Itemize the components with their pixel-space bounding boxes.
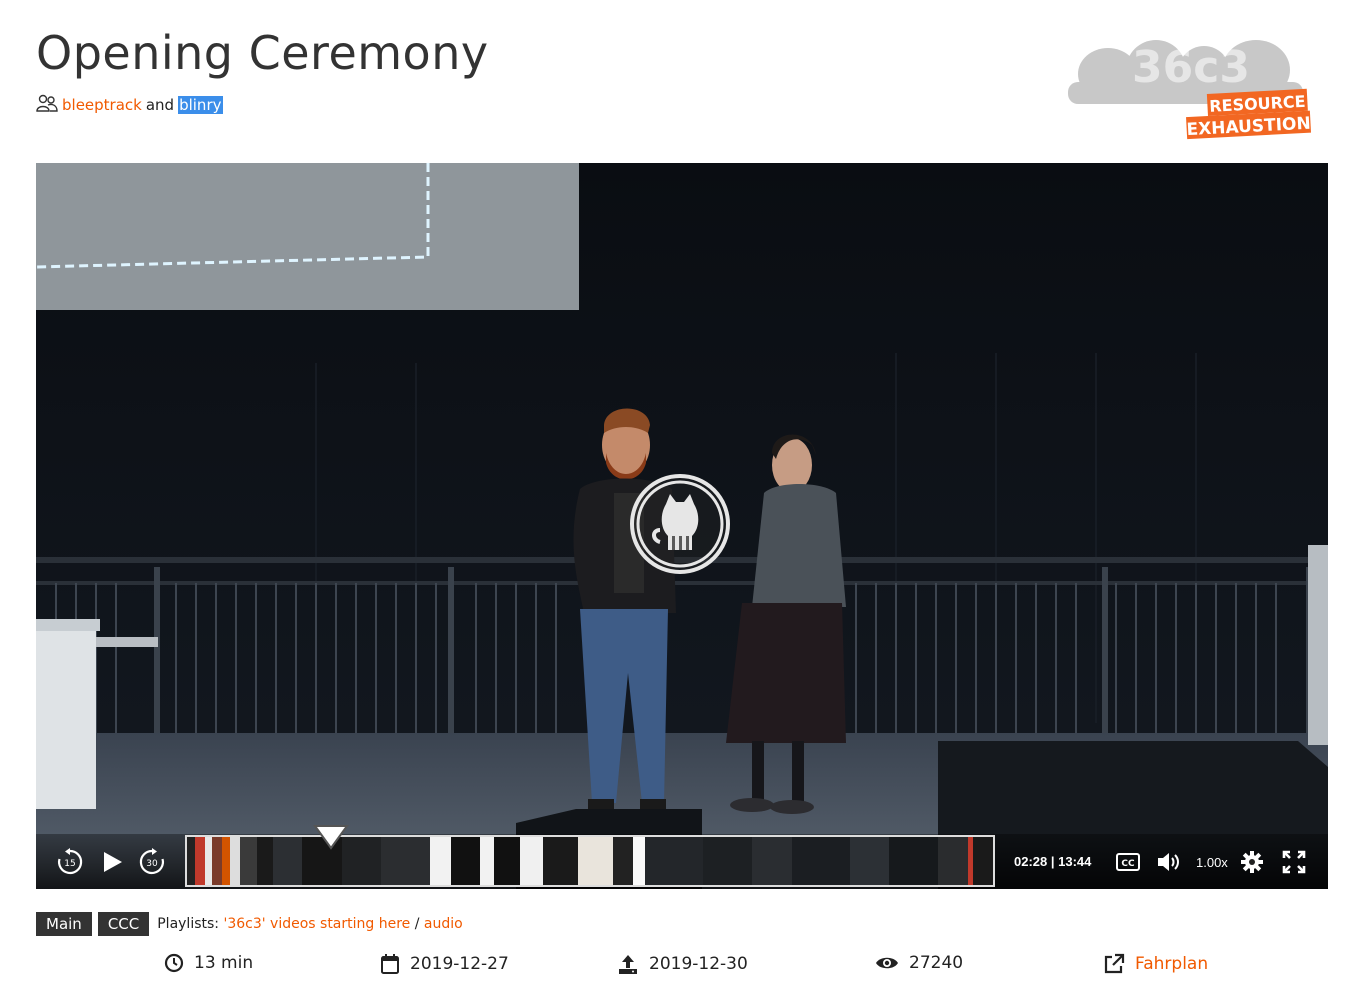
tag-main[interactable]: Main: [36, 912, 92, 936]
volume-button[interactable]: [1156, 850, 1182, 874]
time-separator: |: [1050, 854, 1055, 869]
timeline-thumbnails: [187, 837, 993, 885]
skip-back-button[interactable]: 15: [56, 848, 84, 876]
release-date-stat: 2019-12-30: [617, 953, 748, 975]
scrubber-triangle-icon: [312, 825, 349, 850]
time-current: 02:28: [1014, 854, 1048, 869]
calendar-icon: [381, 954, 399, 974]
external-link-icon: [1104, 953, 1125, 974]
playlists-separator: /: [414, 916, 420, 932]
skip-forward-label: 30: [146, 859, 158, 869]
page-title: Opening Ceremony: [36, 26, 489, 80]
skip-back-label: 15: [64, 859, 75, 869]
volume-icon: [1158, 853, 1179, 871]
clock-icon: [164, 953, 184, 973]
views-value: 27240: [909, 953, 964, 973]
views-stat: 27240: [875, 953, 963, 973]
playback-speed[interactable]: 1.00x: [1196, 855, 1228, 870]
persons-icon: [36, 94, 58, 116]
fahrplan-link[interactable]: Fahrplan: [1135, 954, 1208, 974]
time-total: 13:44: [1058, 854, 1092, 869]
fahrplan-stat: Fahrplan: [1103, 953, 1208, 975]
skip-forward-button[interactable]: 30: [138, 848, 166, 876]
fullscreen-icon: [1282, 850, 1306, 874]
stats-row: 13 min 2019-12-27 2019-12-30 27240 Fahrp…: [0, 953, 1362, 981]
fullscreen-button[interactable]: [1282, 850, 1306, 874]
logo-text-main: 36c3: [1132, 42, 1250, 93]
video-player[interactable]: 15 30 02:28 | 13:44 CC 1.00x: [36, 163, 1328, 889]
scrubber-handle[interactable]: [312, 824, 349, 850]
person-link-bleeptrack[interactable]: bleeptrack: [62, 96, 142, 114]
duration-stat: 13 min: [164, 953, 253, 973]
date-value: 2019-12-27: [410, 954, 509, 974]
rewind-icon: 15: [57, 848, 83, 875]
playlist-link-audio[interactable]: audio: [424, 916, 463, 932]
upload-icon: [619, 955, 637, 974]
persons-joiner: and: [145, 96, 175, 114]
fast-forward-icon: 30: [139, 848, 165, 875]
cc-icon: CC: [1116, 853, 1140, 871]
time-display: 02:28 | 13:44: [1014, 854, 1091, 869]
play-button[interactable]: [102, 850, 124, 874]
play-overlay-logo[interactable]: [630, 474, 730, 574]
captions-button[interactable]: CC: [1116, 853, 1140, 871]
eye-icon: [876, 957, 898, 969]
seek-timeline[interactable]: [185, 835, 995, 887]
playlist-link-36c3[interactable]: '36c3' videos starting here: [223, 916, 410, 932]
player-controls: 15 30 02:28 | 13:44 CC 1.00x: [36, 825, 1328, 889]
playlists: Playlists: '36c3' videos starting here /…: [157, 916, 462, 932]
persons-line: bleeptrack and blinry: [36, 94, 223, 116]
release-date-value: 2019-12-30: [649, 954, 748, 974]
play-icon: [104, 852, 122, 872]
settings-button[interactable]: [1240, 850, 1264, 874]
cc-label: CC: [1121, 859, 1135, 869]
person-link-blinry[interactable]: blinry: [178, 96, 223, 114]
duration-value: 13 min: [194, 953, 254, 973]
tags-row: Main CCC Playlists: '36c3' videos starti…: [36, 912, 463, 936]
date-stat: 2019-12-27: [380, 953, 509, 975]
playlists-label: Playlists:: [157, 916, 220, 932]
tag-ccc[interactable]: CCC: [97, 912, 150, 936]
gear-icon: [1241, 851, 1263, 873]
conference-logo[interactable]: 36c3 RESOURCE EXHAUSTION: [1066, 30, 1316, 140]
